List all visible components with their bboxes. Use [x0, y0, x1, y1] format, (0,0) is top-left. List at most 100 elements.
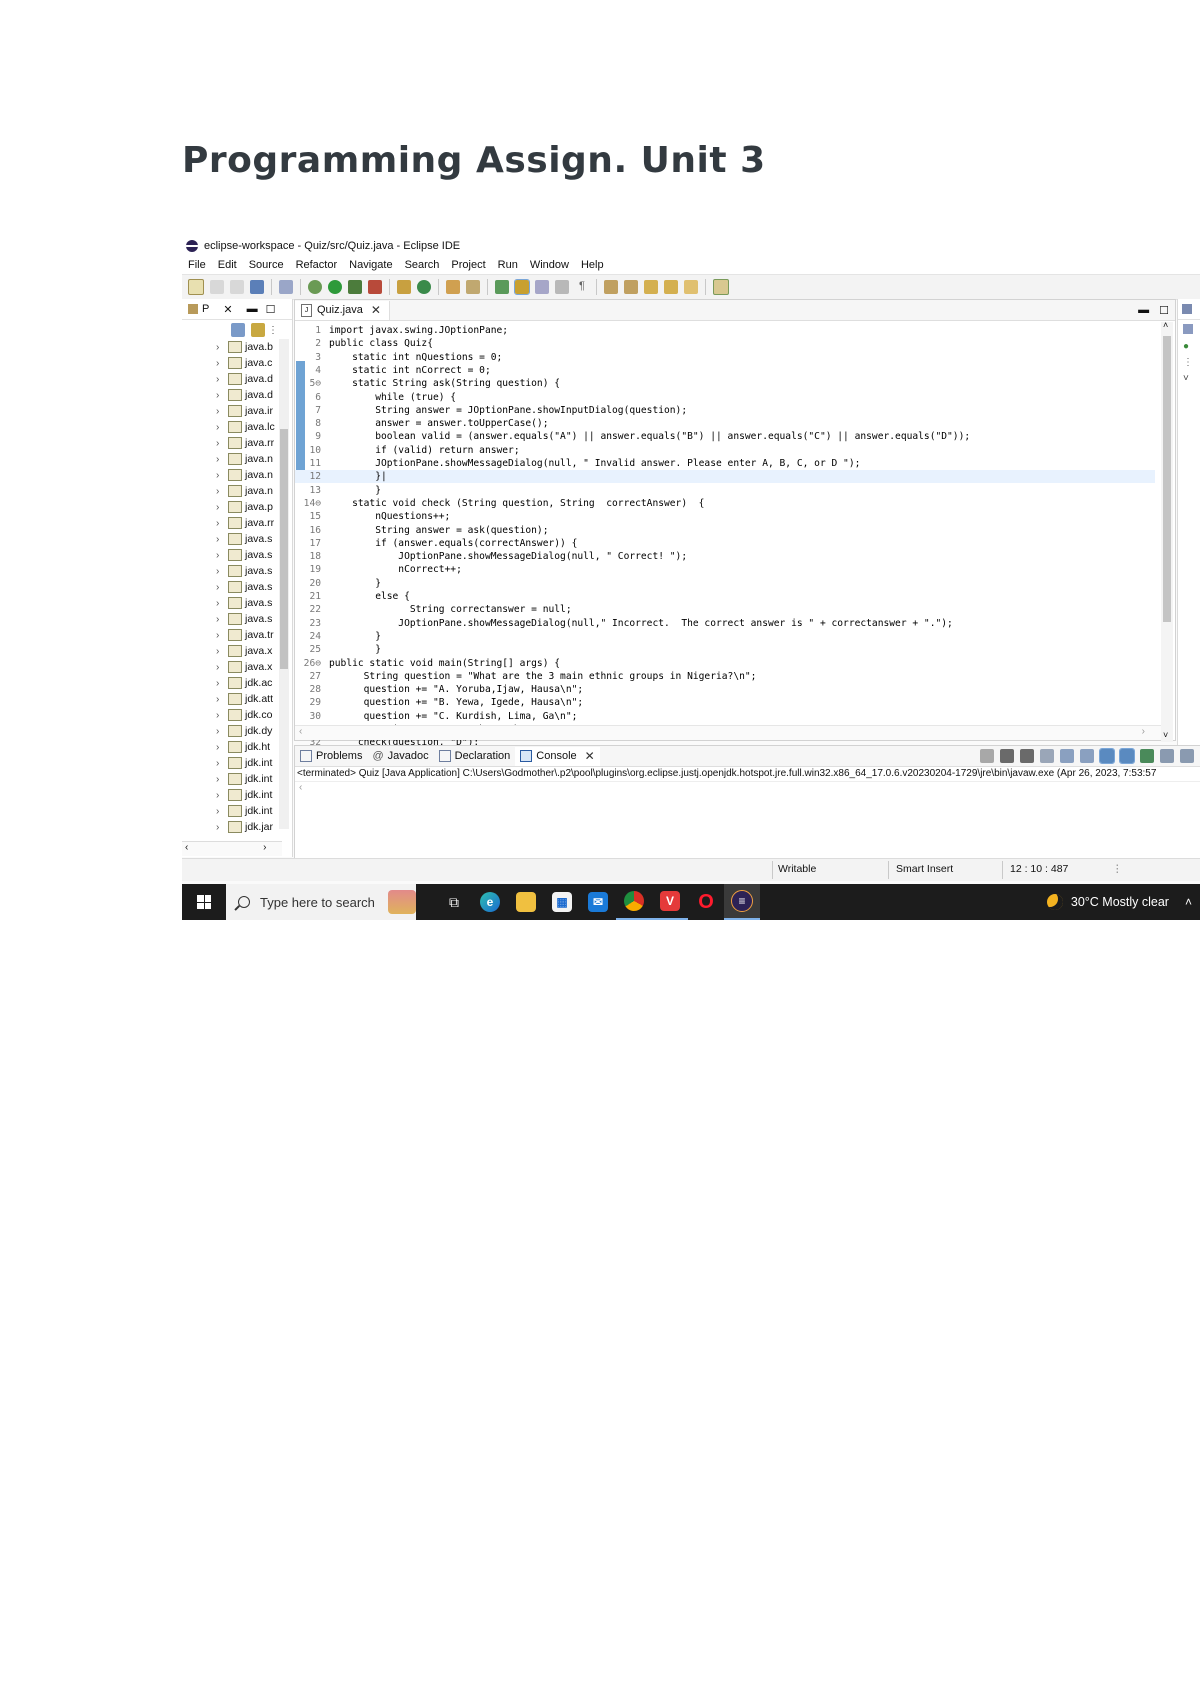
- pin-editor-icon[interactable]: [713, 279, 729, 295]
- vivaldi-icon[interactable]: V: [652, 884, 688, 920]
- list-item[interactable]: › jdk.ht: [182, 739, 282, 755]
- list-item[interactable]: › java.s: [182, 579, 282, 595]
- new-icon[interactable]: [188, 279, 204, 295]
- chevron-left-icon[interactable]: ‹: [299, 782, 302, 793]
- menu-run[interactable]: Run: [498, 259, 518, 271]
- new-java-class-icon[interactable]: [417, 280, 431, 294]
- code-line[interactable]: 19 nCorrect++;: [295, 563, 1155, 576]
- view-menu-icon[interactable]: ⋮: [1183, 355, 1200, 371]
- show-whitespace-icon[interactable]: ¶: [575, 280, 589, 294]
- search-tool-icon[interactable]: [466, 280, 480, 294]
- tab-quiz-java[interactable]: J Quiz.java ✕: [295, 300, 390, 320]
- list-item[interactable]: › jdk.int: [182, 755, 282, 771]
- open-type-icon[interactable]: [446, 280, 460, 294]
- list-item[interactable]: › java.b: [182, 339, 282, 355]
- code-line[interactable]: 23 JOptionPane.showMessageDialog(null," …: [295, 617, 1155, 630]
- tab-declaration[interactable]: Declaration: [434, 747, 516, 766]
- code-line[interactable]: 10 if (valid) return answer;: [295, 444, 1155, 457]
- save-icon[interactable]: [210, 280, 224, 294]
- menu-file[interactable]: File: [188, 259, 206, 271]
- code-line[interactable]: 27 String question = "What are the 3 mai…: [295, 670, 1155, 683]
- word-wrap-icon[interactable]: [555, 280, 569, 294]
- package-explorer-scrollbar[interactable]: [279, 339, 289, 829]
- list-item[interactable]: › java.d: [182, 387, 282, 403]
- remove-all-icon[interactable]: [1020, 749, 1034, 763]
- scroll-down-icon[interactable]: ˅: [1163, 730, 1168, 740]
- outline-toolbar-icon[interactable]: [1183, 324, 1193, 334]
- chevron-right-icon[interactable]: ›: [263, 842, 266, 853]
- outline-icon[interactable]: [1182, 304, 1192, 314]
- edge-icon[interactable]: e: [472, 884, 508, 920]
- code-line[interactable]: 21 else {: [295, 590, 1155, 603]
- list-item[interactable]: › java.s: [182, 595, 282, 611]
- start-button[interactable]: [182, 884, 226, 920]
- show-on-error-icon[interactable]: [1119, 748, 1135, 764]
- maximize-icon[interactable]: ☐: [266, 303, 276, 316]
- menu-window[interactable]: Window: [530, 259, 569, 271]
- list-item[interactable]: › jdk.att: [182, 691, 282, 707]
- menu-edit[interactable]: Edit: [218, 259, 237, 271]
- list-item[interactable]: › java.s: [182, 531, 282, 547]
- list-item[interactable]: › java.n: [182, 483, 282, 499]
- chrome-icon[interactable]: [616, 884, 652, 920]
- package-explorer-tab[interactable]: P ✕ ▬ ☐: [182, 299, 292, 320]
- list-item[interactable]: › java.n: [182, 451, 282, 467]
- run-icon[interactable]: [328, 280, 342, 294]
- close-icon[interactable]: ✕: [585, 749, 595, 763]
- code-line[interactable]: 12 }|: [295, 470, 1155, 484]
- code-line[interactable]: 22 String correctanswer = null;: [295, 603, 1155, 616]
- coverage-icon[interactable]: [348, 280, 362, 294]
- tab-problems[interactable]: Problems: [295, 747, 367, 766]
- scroll-up-icon[interactable]: ˄: [1163, 320, 1168, 330]
- terminate-icon[interactable]: [980, 749, 994, 763]
- back-icon[interactable]: [664, 280, 678, 294]
- list-item[interactable]: › java.d: [182, 371, 282, 387]
- list-item[interactable]: › java.p: [182, 499, 282, 515]
- list-item[interactable]: › java.x: [182, 659, 282, 675]
- skip-breakpoints-icon[interactable]: [279, 280, 293, 294]
- list-item[interactable]: › jdk.int: [182, 803, 282, 819]
- menu-search[interactable]: Search: [405, 259, 440, 271]
- weather-widget[interactable]: 30°C Mostly clear ˄: [1046, 894, 1192, 910]
- debug-icon[interactable]: [308, 280, 322, 294]
- console-hscrollbar[interactable]: ‹: [295, 782, 1200, 796]
- close-icon[interactable]: ✕: [371, 303, 381, 317]
- code-line[interactable]: 24 }: [295, 630, 1155, 643]
- code-line[interactable]: 13 }: [295, 484, 1155, 497]
- mark-occurrences-icon[interactable]: [495, 280, 509, 294]
- opera-icon[interactable]: O: [688, 884, 724, 920]
- package-explorer-hscrollbar[interactable]: ‹ ›: [182, 841, 282, 856]
- list-item[interactable]: › java.s: [182, 611, 282, 627]
- code-line[interactable]: 30 question += "C. Kurdish, Lima, Ga\n";: [295, 710, 1155, 723]
- taskbar-search[interactable]: Type here to search: [226, 884, 416, 920]
- list-item[interactable]: › jdk.dy: [182, 723, 282, 739]
- collapse-all-icon[interactable]: [231, 323, 245, 337]
- list-item[interactable]: › java.rr: [182, 515, 282, 531]
- code-line[interactable]: 28 question += "A. Yoruba,Ijaw, Hausa\n"…: [295, 683, 1155, 696]
- display-console-icon[interactable]: [1160, 749, 1174, 763]
- view-menu-icon[interactable]: ⋮: [268, 325, 278, 336]
- menu-help[interactable]: Help: [581, 259, 604, 271]
- code-line[interactable]: 20 }: [295, 577, 1155, 590]
- file-explorer-icon[interactable]: [508, 884, 544, 920]
- tab-console[interactable]: Console ✕: [515, 746, 600, 766]
- code-line[interactable]: 4 static int nCorrect = 0;: [295, 364, 1155, 377]
- close-icon[interactable]: ✕: [223, 303, 232, 316]
- code-line[interactable]: 26⊖ public static void main(String[] args…: [295, 657, 1155, 670]
- code-line[interactable]: 25 }: [295, 643, 1155, 656]
- tab-javadoc[interactable]: @ Javadoc: [367, 747, 433, 766]
- code-line[interactable]: 18 JOptionPane.showMessageDialog(null, "…: [295, 550, 1155, 563]
- list-item[interactable]: › java.ir: [182, 403, 282, 419]
- list-item[interactable]: › java.tr: [182, 627, 282, 643]
- forward-icon[interactable]: [684, 280, 698, 294]
- pin-console-icon[interactable]: [1140, 749, 1154, 763]
- list-item[interactable]: › java.s: [182, 563, 282, 579]
- task-view-icon[interactable]: ⧉: [436, 884, 472, 920]
- code-line[interactable]: 7 String answer = JOptionPane.showInputD…: [295, 404, 1155, 417]
- code-line[interactable]: 16 String answer = ask(question);: [295, 524, 1155, 537]
- list-item[interactable]: › java.s: [182, 547, 282, 563]
- minimize-icon[interactable]: ▬: [247, 303, 258, 315]
- list-item[interactable]: › jdk.jar: [182, 819, 282, 835]
- chevron-down-icon[interactable]: ˅: [1183, 371, 1200, 387]
- code-line[interactable]: 8 answer = answer.toUpperCase();: [295, 417, 1155, 430]
